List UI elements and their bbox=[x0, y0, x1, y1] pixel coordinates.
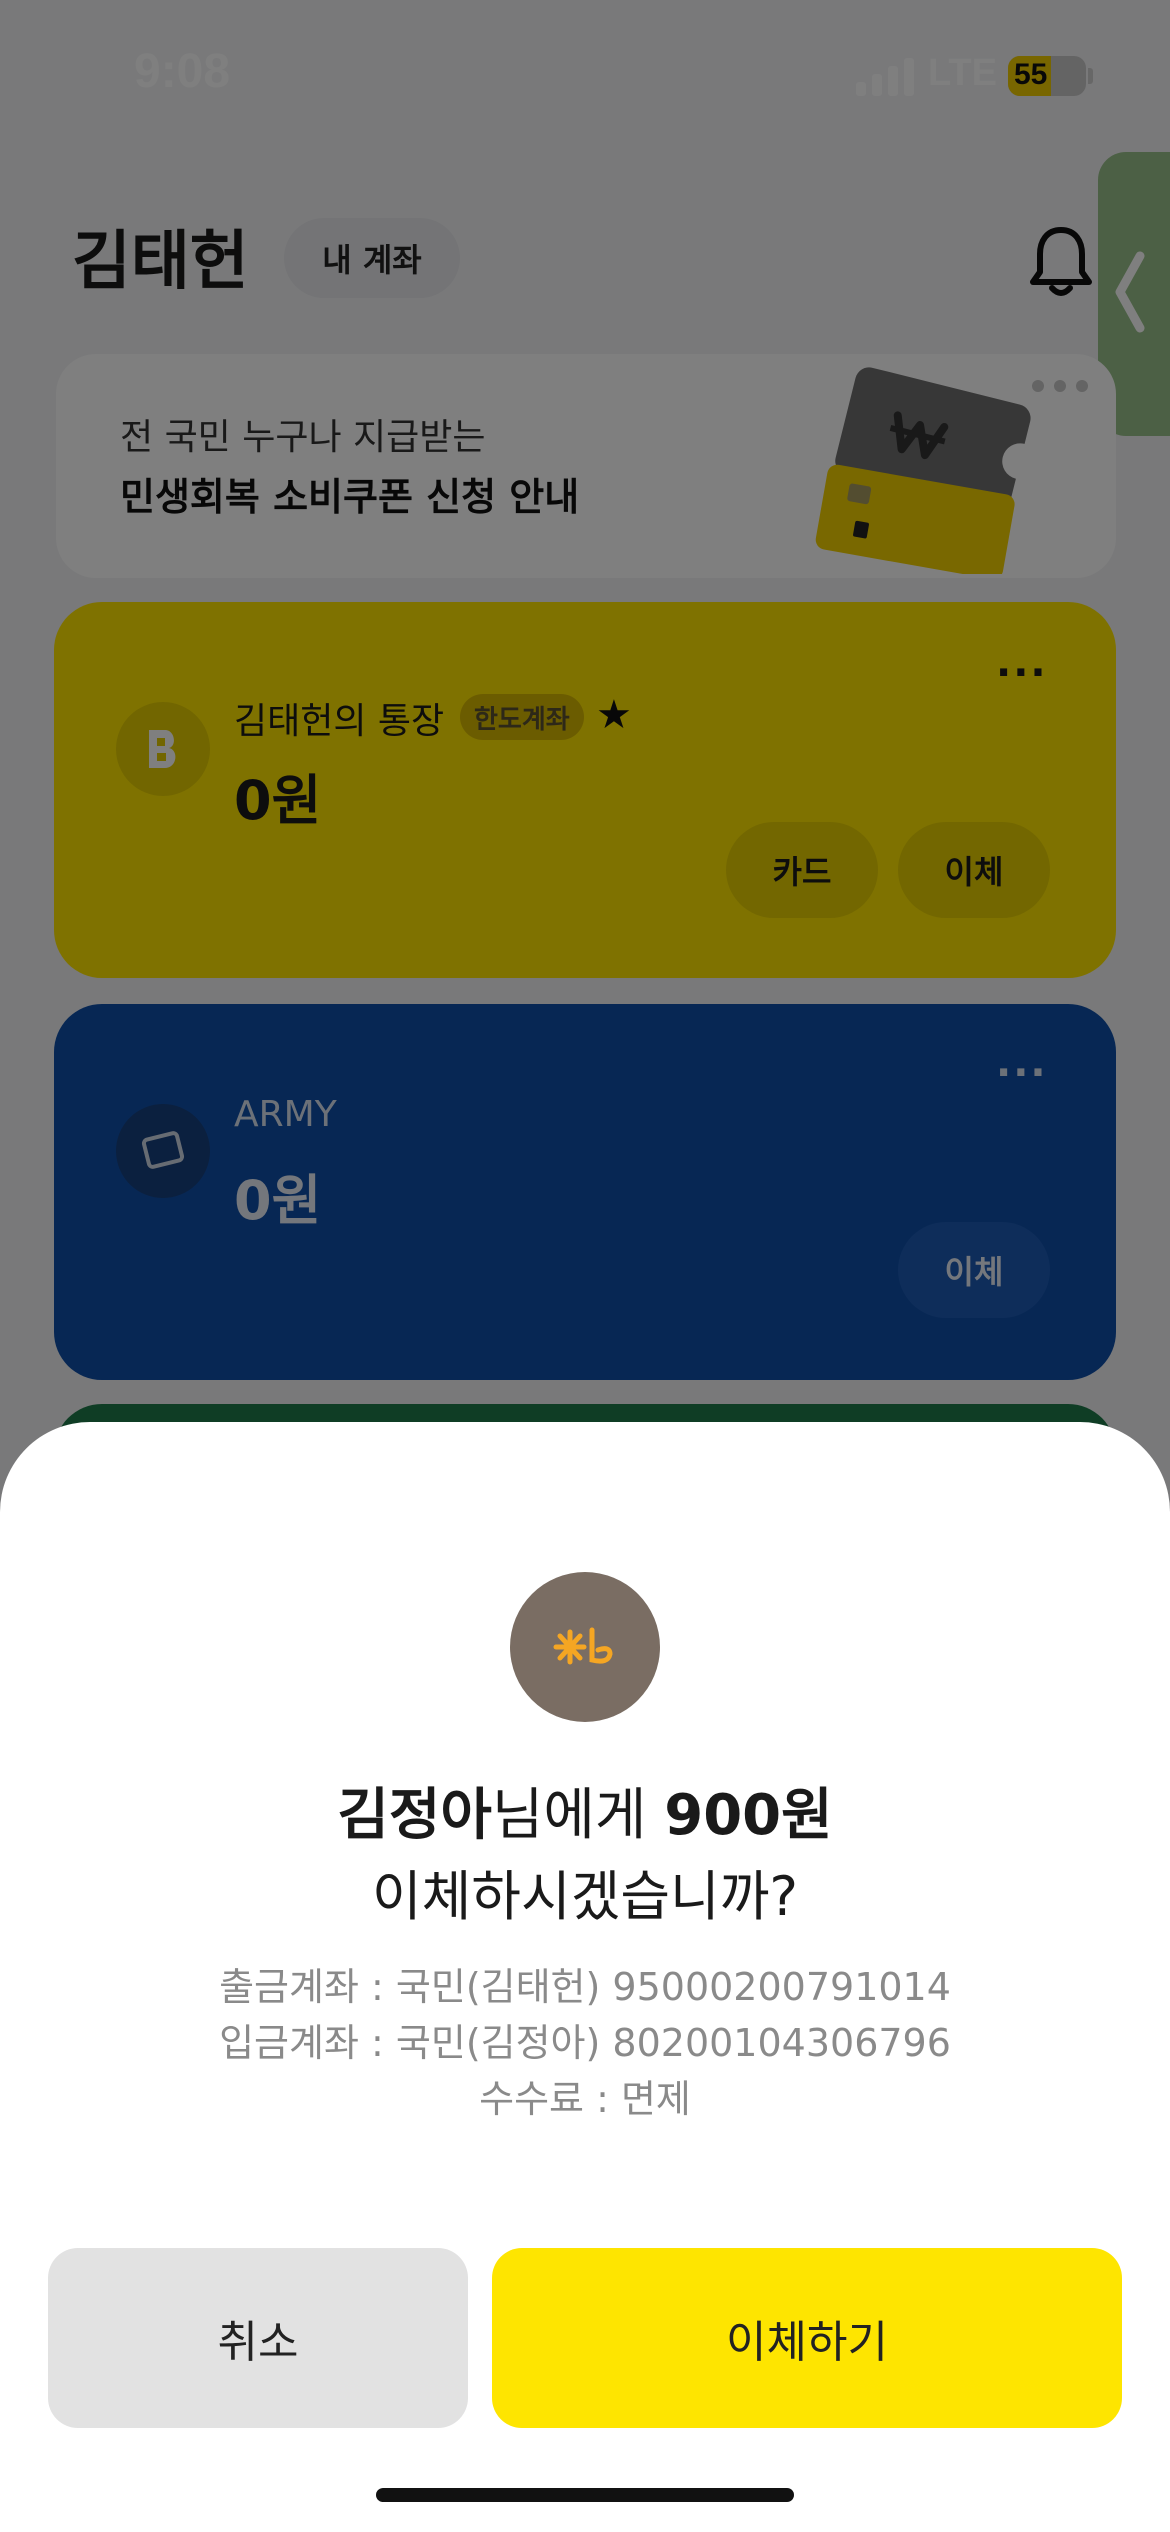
transfer-amount: 900원 bbox=[664, 1783, 833, 1848]
confirm-transfer-button[interactable]: 이체하기 bbox=[492, 2248, 1122, 2428]
withdraw-account: 출금계좌 : 국민(김태헌) 95000200791014 bbox=[219, 1965, 951, 2009]
deposit-account: 입금계좌 : 국민(김정아) 80200104306796 bbox=[219, 2021, 951, 2065]
confirm-question: 이체하시겠습니까? bbox=[371, 1865, 799, 1928]
confirm-message-line1: 김정아님에게 900원 bbox=[0, 1770, 1170, 1851]
kb-star-icon bbox=[510, 1572, 660, 1722]
recipient-suffix: 님에게 bbox=[491, 1783, 665, 1848]
transfer-fee: 수수료 : 면제 bbox=[479, 2077, 691, 2121]
home-indicator[interactable] bbox=[376, 2488, 794, 2502]
cancel-button[interactable]: 취소 bbox=[48, 2248, 468, 2428]
recipient-name: 김정아 bbox=[337, 1783, 492, 1848]
